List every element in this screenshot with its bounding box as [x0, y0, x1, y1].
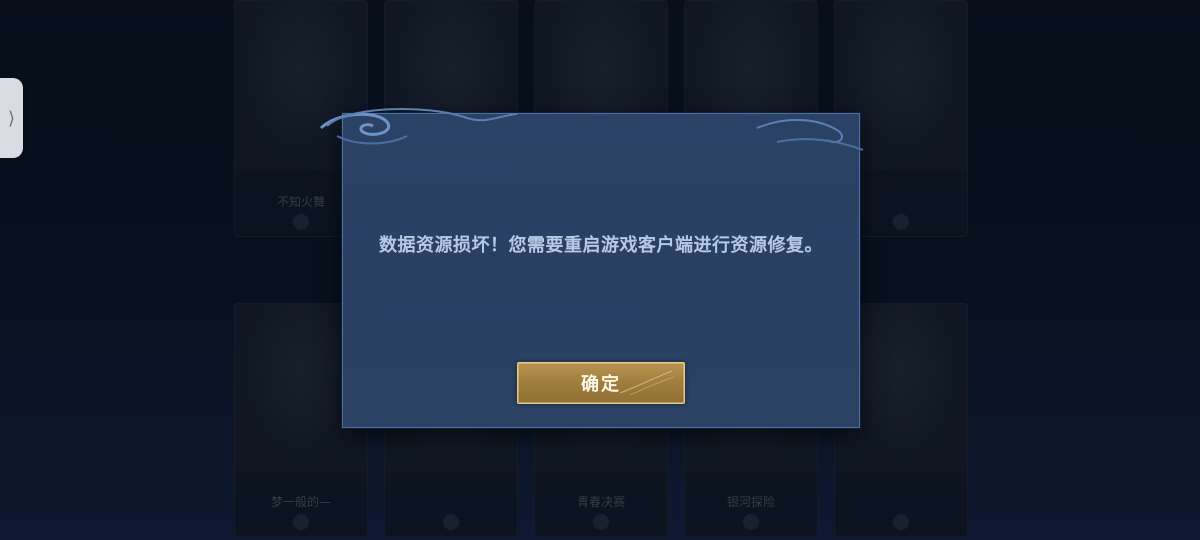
side-drawer-tab[interactable]: ⟩ [0, 78, 23, 158]
error-dialog: 数据资源损坏！您需要重启游戏客户端进行资源修复。 确定 [319, 108, 864, 428]
error-message: 数据资源损坏！您需要重启游戏客户端进行资源修复。 [379, 235, 823, 256]
cloud-ornament-icon [319, 108, 864, 151]
confirm-button-label: 确定 [581, 374, 621, 395]
confirm-button[interactable]: 确定 [517, 362, 685, 404]
sparkle-icon [619, 370, 675, 396]
chevron-right-icon: ⟩ [7, 107, 16, 129]
